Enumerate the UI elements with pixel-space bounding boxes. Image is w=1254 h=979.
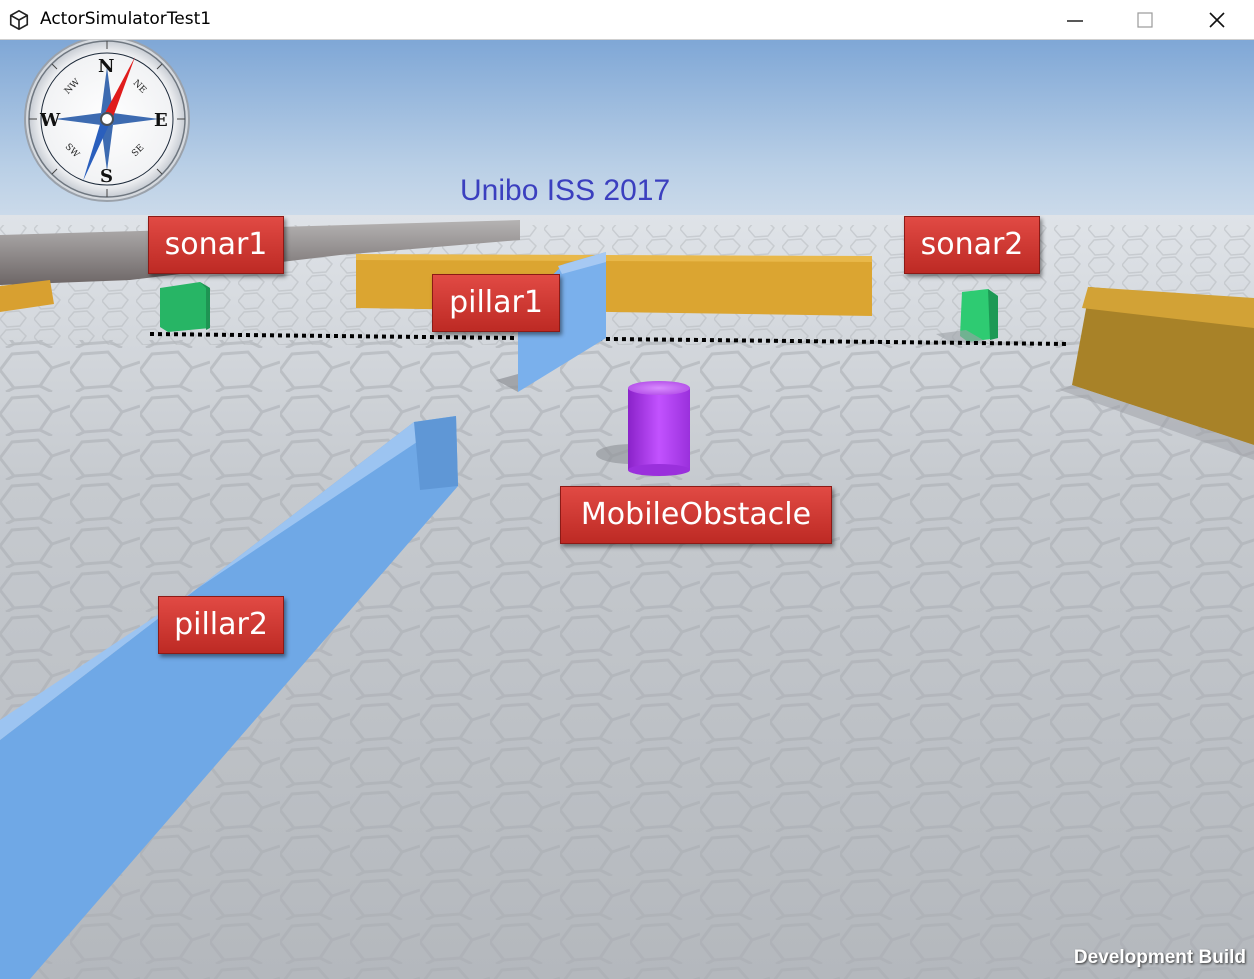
compass-north: N <box>98 56 115 77</box>
compass: N S E W NE NW SE SW <box>24 40 190 206</box>
development-build-watermark: Development Build <box>1073 947 1246 968</box>
window-title: ActorSimulatorTest1 <box>40 9 212 29</box>
sonar1-cube <box>160 282 210 332</box>
maximize-button[interactable] <box>1110 0 1180 40</box>
maximize-icon <box>1137 12 1153 28</box>
minimize-icon <box>1067 20 1083 22</box>
mobile-obstacle-label: MobileObstacle <box>560 486 832 544</box>
compass-south: S <box>100 166 113 187</box>
pillar1-label: pillar1 <box>432 274 560 332</box>
compass-east: E <box>154 110 168 131</box>
close-icon <box>1209 12 1225 28</box>
compass-northeast: NE <box>130 78 148 96</box>
sonar2-label: sonar2 <box>904 216 1040 274</box>
mobile-obstacle-cylinder <box>628 388 690 470</box>
minimize-button[interactable] <box>1040 0 1110 40</box>
compass-southeast: SE <box>130 142 147 160</box>
window-titlebar: ActorSimulatorTest1 <box>0 0 1254 40</box>
unity-logo-icon <box>9 9 29 31</box>
game-viewport[interactable]: N S E W NE NW SE SW Unibo ISS 2017 sonar… <box>0 40 1254 979</box>
pillar2-label: pillar2 <box>158 596 284 654</box>
compass-west: W <box>40 110 61 131</box>
arena-title: Unibo ISS 2017 <box>460 174 671 207</box>
close-button[interactable] <box>1182 0 1252 40</box>
compass-northwest: NW <box>62 77 83 97</box>
compass-southwest: SW <box>62 142 81 160</box>
sonar1-label: sonar1 <box>148 216 284 274</box>
